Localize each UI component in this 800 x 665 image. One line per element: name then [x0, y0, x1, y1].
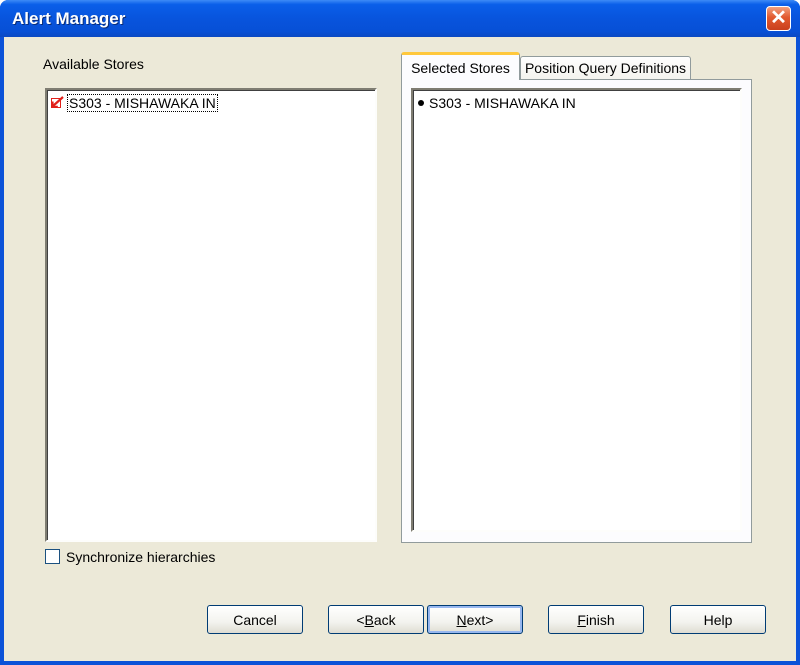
cancel-button-label: Cancel: [233, 612, 277, 628]
list-item[interactable]: S303 - MISHAWAKA IN: [418, 95, 576, 111]
selected-stores-list[interactable]: S303 - MISHAWAKA IN: [411, 88, 742, 532]
back-button-mnemonic: B: [364, 612, 374, 628]
selected-stores-panel: S303 - MISHAWAKA IN: [401, 79, 752, 543]
finish-button[interactable]: Finish: [548, 605, 644, 634]
help-button[interactable]: Help: [670, 605, 766, 634]
finish-button-mnemonic: F: [577, 612, 586, 628]
title-bar[interactable]: Alert Manager ✕: [0, 0, 800, 37]
tab-position-query-definitions[interactable]: Position Query Definitions: [520, 56, 691, 79]
cancel-button[interactable]: Cancel: [207, 605, 303, 634]
next-button-label: ext>: [466, 612, 494, 628]
finish-button-label: inish: [585, 612, 615, 628]
back-button-label: ack: [373, 612, 396, 628]
window-title: Alert Manager: [12, 9, 126, 28]
close-button[interactable]: ✕: [766, 6, 791, 31]
next-button[interactable]: Next>: [427, 605, 523, 634]
available-stores-tree[interactable]: S303 - MISHAWAKA IN: [45, 88, 377, 542]
synchronize-hierarchies-label[interactable]: Synchronize hierarchies: [66, 549, 215, 565]
help-button-label: Help: [703, 612, 733, 628]
checked-arrow-icon[interactable]: [51, 96, 65, 110]
dialog-body: Available Stores S303 - MISHAWAKA IN Syn…: [4, 37, 796, 661]
tree-item-s303[interactable]: S303 - MISHAWAKA IN: [51, 94, 218, 112]
back-button[interactable]: <Back: [328, 605, 424, 634]
back-button-prefix: <: [356, 612, 365, 628]
available-stores-label: Available Stores: [43, 56, 144, 72]
tab-selected-stores[interactable]: Selected Stores: [401, 52, 520, 80]
selected-store-label: S303 - MISHAWAKA IN: [429, 95, 576, 111]
next-button-mnemonic: N: [456, 612, 467, 628]
synchronize-hierarchies-checkbox[interactable]: [45, 549, 60, 564]
bullet-icon: [418, 100, 424, 106]
alert-manager-window: Alert Manager ✕ Available Stores S303 - …: [0, 0, 800, 665]
close-icon: ✕: [770, 7, 787, 29]
tree-item-label: S303 - MISHAWAKA IN: [67, 94, 218, 112]
